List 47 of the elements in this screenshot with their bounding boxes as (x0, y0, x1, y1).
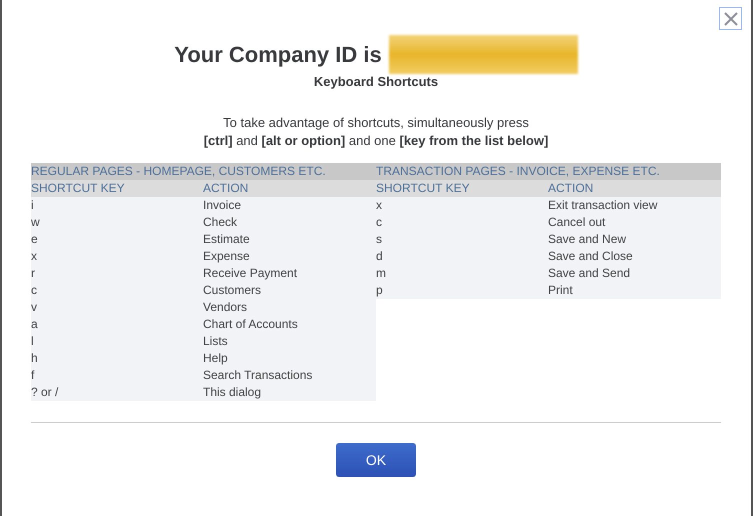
table-cell: Search Transactions (203, 367, 312, 384)
table-cell-text: x (376, 197, 383, 214)
table-cell: Help (203, 350, 228, 367)
table-cell: Vendors (203, 299, 248, 316)
dialog-subtitle: Keyboard Shortcuts (312, 74, 440, 89)
table-cell-text: v (31, 299, 38, 316)
table-cell: Estimate (203, 231, 250, 248)
column-header: SHORTCUT KEY (376, 180, 471, 197)
table-cell: Exit transaction view (548, 197, 658, 214)
table-cell: Print (548, 282, 573, 299)
table-cell: This dialog (203, 384, 262, 401)
table-cell: Expense (203, 248, 250, 265)
column-header: ACTION (548, 180, 594, 197)
table-cell-text: f (31, 367, 36, 384)
table-cell: Lists (203, 333, 228, 350)
table-cell-text: h (31, 350, 39, 367)
column-header: ACTION (203, 180, 248, 197)
table-cell-text: l (31, 333, 35, 350)
table-cell: Customers (203, 282, 262, 299)
table-cell-text: ? or / (31, 384, 60, 401)
instructions-text: To take advantage of shortcuts, simultaneously press [ctrl] and [alt or option] and one [key from the list below] (202, 114, 550, 150)
table-cell: Save and Send (548, 265, 630, 282)
table-cell-text: c (31, 282, 38, 299)
table-cell-text: i (31, 197, 35, 214)
table-cell-text: a (31, 316, 39, 333)
table-cell-text: w (31, 214, 41, 231)
table-cell-text: m (376, 265, 387, 282)
table-cell-text: r (31, 265, 36, 282)
table-cell-text: d (376, 248, 384, 265)
table-cell: Invoice (203, 197, 242, 214)
table-cell-text: c (376, 214, 383, 231)
company-id-label: Your Company ID is (174, 42, 382, 68)
table-cell-text: e (31, 231, 39, 248)
table-cell: Chart of Accounts (203, 316, 298, 333)
table-cell: Check (203, 214, 238, 231)
table-cell-text: s (376, 231, 383, 248)
table-cell-text: x (31, 248, 38, 265)
table-cell: Receive Payment (203, 265, 298, 282)
close-icon[interactable] (719, 7, 742, 30)
section-heading: TRANSACTION PAGES - INVOICE, EXPENSE ETC. (376, 163, 721, 180)
table-cell-text: p (376, 282, 384, 299)
table-cell: Cancel out (548, 214, 606, 231)
section-heading: REGULAR PAGES - HOMEPAGE, CUSTOMERS ETC. (31, 163, 376, 180)
column-header: SHORTCUT KEY (31, 180, 126, 197)
table-cell: Save and Close (548, 248, 633, 265)
table-cell: Save and New (548, 231, 626, 248)
ok-button[interactable]: OK (336, 443, 416, 477)
